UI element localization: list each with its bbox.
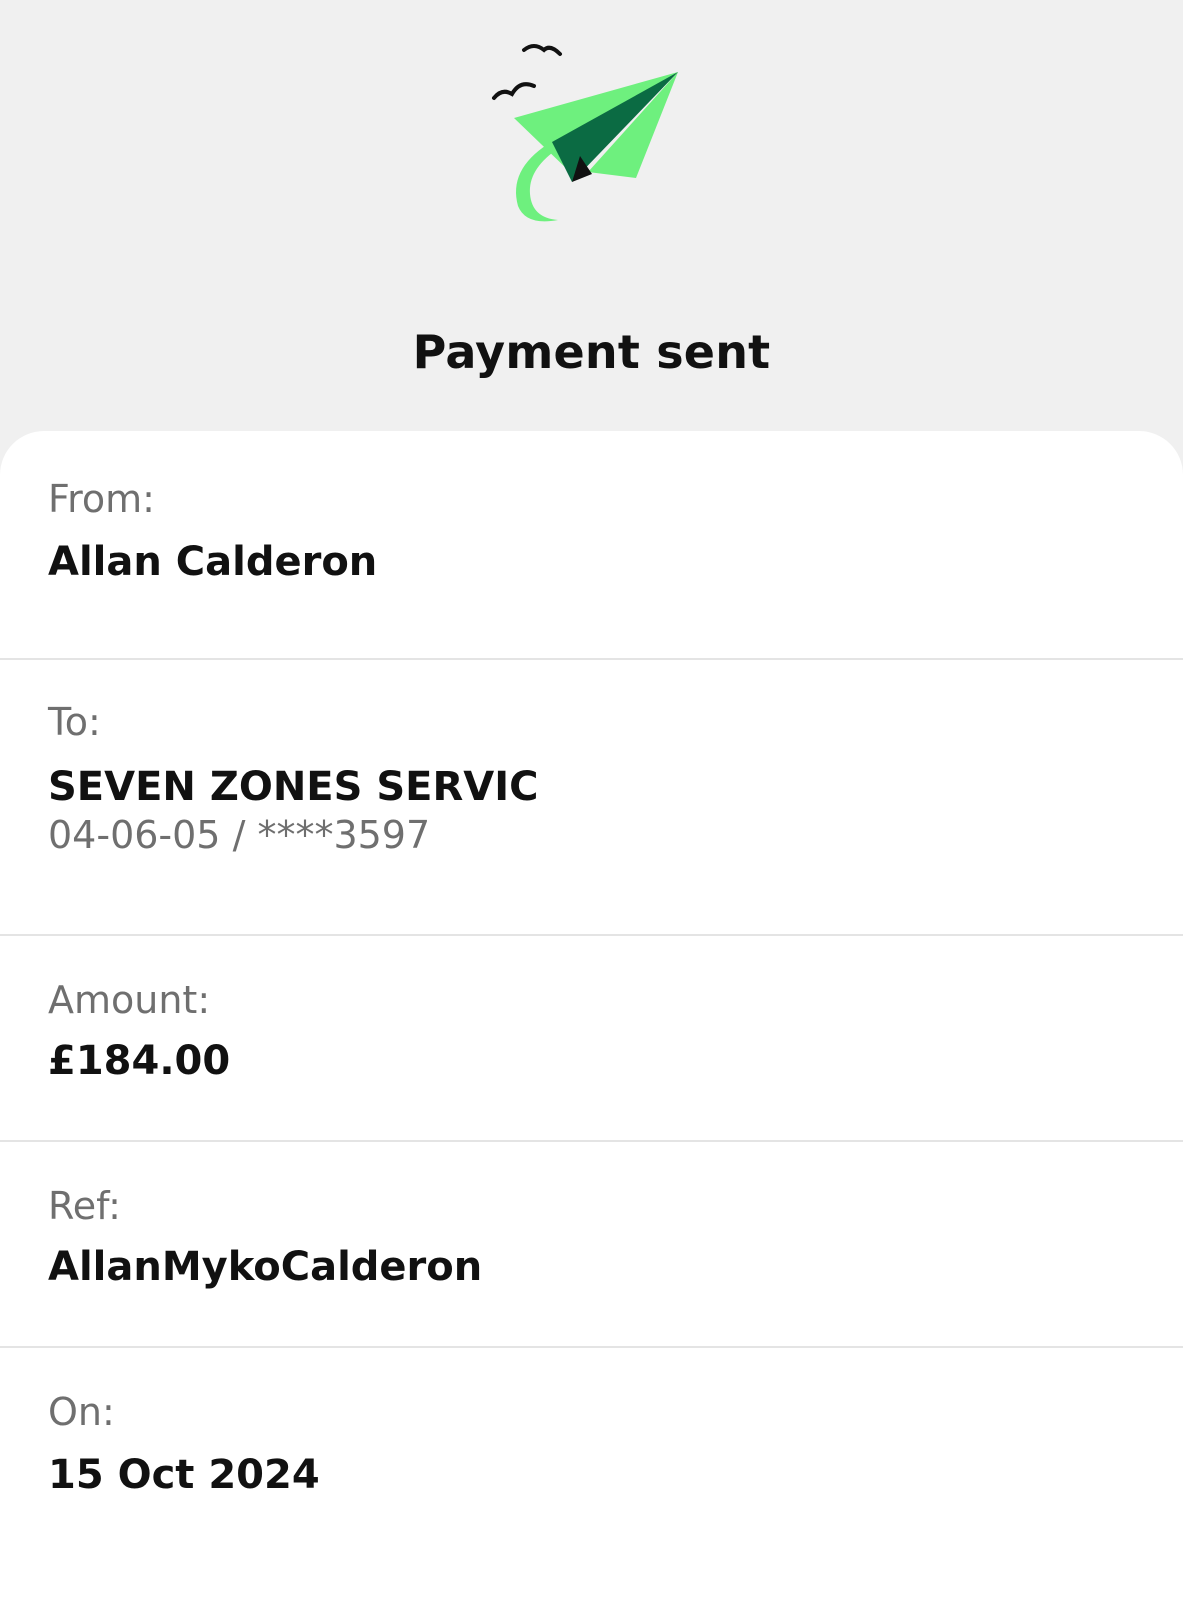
- ref-label: Ref:: [48, 1184, 121, 1228]
- on-label: On:: [48, 1390, 115, 1434]
- paper-plane-icon: [492, 44, 678, 222]
- ref-row: Ref: AllanMykoCalderon: [0, 1142, 1183, 1348]
- payment-details-card: From: Allan Calderon To: SEVEN ZONES SER…: [0, 431, 1183, 1600]
- page-title: Payment sent: [412, 325, 771, 379]
- ref-value: AllanMykoCalderon: [48, 1244, 483, 1290]
- to-value: SEVEN ZONES SERVIC: [48, 764, 539, 810]
- from-label: From:: [48, 477, 155, 521]
- swoosh: [516, 144, 558, 222]
- to-account: 04-06-05 / ****3597: [48, 813, 431, 857]
- on-value: 15 Oct 2024: [48, 1452, 320, 1498]
- amount-label: Amount:: [48, 978, 211, 1022]
- bird-icon: [492, 82, 536, 100]
- to-row: To: SEVEN ZONES SERVIC 04-06-05 / ****35…: [0, 660, 1183, 936]
- header: Payment sent: [0, 0, 1183, 432]
- amount-row: Amount: £184.00: [0, 936, 1183, 1142]
- amount-value: £184.00: [48, 1038, 231, 1084]
- to-label: To:: [48, 700, 101, 744]
- from-row: From: Allan Calderon: [0, 431, 1183, 660]
- bird-icon: [522, 44, 562, 56]
- from-value: Allan Calderon: [48, 539, 378, 585]
- on-row: On: 15 Oct 2024: [0, 1348, 1183, 1600]
